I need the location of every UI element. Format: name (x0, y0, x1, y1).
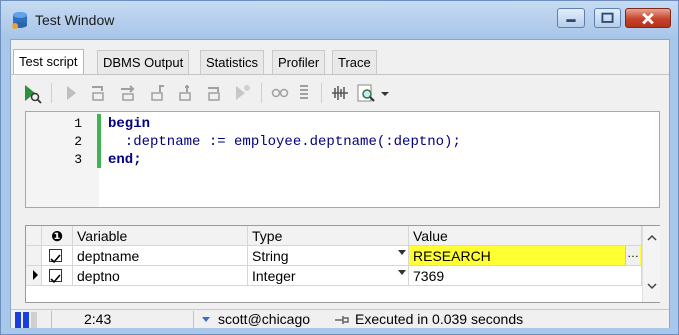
variable-column-header[interactable]: Variable (73, 226, 248, 246)
window-client: Test script DBMS Output Statistics Profi… (10, 39, 670, 328)
use-checkbox-cell[interactable] (42, 266, 73, 286)
tab-test-script[interactable]: Test script (13, 49, 84, 75)
variables-grid: ❶ Variable Type Value deptname String RE… (25, 225, 660, 303)
use-checkbox-cell[interactable] (42, 246, 73, 266)
close-button[interactable] (625, 8, 671, 28)
step-over-icon[interactable] (117, 82, 139, 104)
type-column-header[interactable]: Type (248, 226, 409, 246)
close-icon (642, 12, 654, 25)
code-line: :deptname := employee.deptname(:deptno); (108, 134, 461, 150)
row-indicator[interactable] (26, 246, 42, 266)
progress-indicator (31, 312, 37, 328)
tab-divider (11, 74, 669, 75)
cursor-position: 2:43 (84, 311, 112, 327)
scroll-up-icon[interactable] (646, 234, 658, 242)
type-cell[interactable]: String (248, 246, 409, 266)
test-window: Test Window Test script DBMS Output Stat… (0, 0, 679, 335)
current-row-icon (33, 270, 38, 280)
debug-toolbar (11, 78, 669, 108)
row-indicator[interactable] (26, 266, 42, 286)
code-line: end; (108, 152, 142, 168)
type-cell[interactable]: Integer (248, 266, 409, 286)
type-value: String (252, 248, 289, 264)
step-into-icon[interactable] (87, 82, 109, 104)
pin-icon (335, 316, 349, 324)
variable-name-cell[interactable]: deptname (73, 246, 248, 266)
checkmark-icon (50, 254, 61, 264)
line-number: 2 (74, 134, 82, 149)
status-separator (51, 311, 52, 328)
tab-dbms-output[interactable]: DBMS Output (97, 50, 190, 74)
ellipsis-button[interactable]: … (625, 246, 640, 265)
type-value: Integer (252, 268, 296, 284)
run-to-exception-icon[interactable] (175, 82, 197, 104)
minimize-icon (566, 19, 576, 22)
progress-indicator (15, 312, 21, 328)
progress-indicator (23, 312, 29, 328)
row-indicator-header (26, 226, 42, 246)
use-checkbox[interactable] (49, 249, 62, 264)
tab-profiler[interactable]: Profiler (272, 50, 326, 74)
checkmark-icon (50, 274, 61, 284)
search-icon[interactable] (355, 82, 377, 104)
toolbar-separator (261, 83, 262, 103)
database-icon (12, 12, 27, 29)
line-number: 1 (74, 116, 82, 131)
execute-icon[interactable] (61, 82, 83, 104)
status-separator (193, 311, 194, 328)
type-dropdown-icon[interactable] (398, 270, 406, 275)
connection-name[interactable]: scott@chicago (218, 311, 310, 327)
variable-name-cell[interactable]: deptno (73, 266, 248, 286)
value-cell[interactable]: RESEARCH … (409, 246, 642, 266)
start-debugger-icon[interactable] (21, 82, 43, 104)
value-column-header[interactable]: Value (409, 226, 642, 246)
value-text: RESEARCH (413, 248, 491, 264)
toolbar-separator (51, 83, 52, 103)
stack-icon[interactable] (293, 82, 315, 104)
modified-lines-marker (97, 114, 101, 168)
grid-scrollbar[interactable] (642, 226, 660, 302)
scroll-down-icon[interactable] (646, 282, 658, 290)
tab-statistics[interactable]: Statistics (200, 50, 265, 74)
maximize-button[interactable] (594, 8, 621, 28)
toolbar-separator (321, 83, 322, 103)
line-number: 3 (74, 152, 82, 167)
title-bar[interactable]: Test Window (1, 1, 678, 39)
maximize-icon (601, 12, 614, 23)
value-cell[interactable]: 7369 (409, 266, 642, 286)
minimize-button[interactable] (557, 8, 585, 28)
code-editor[interactable]: 1 2 3 begin :deptname := employee.deptna… (25, 111, 660, 208)
use-column-header[interactable]: ❶ (42, 226, 73, 246)
compile-icon[interactable] (329, 82, 351, 104)
use-checkbox[interactable] (49, 269, 62, 284)
run-to-next-icon[interactable] (203, 82, 225, 104)
connection-dropdown-icon[interactable] (201, 316, 211, 324)
chevron-down-icon[interactable] (379, 82, 391, 104)
execution-message: Executed in 0.039 seconds (355, 311, 524, 327)
type-dropdown-icon[interactable] (398, 250, 406, 255)
step-out-icon[interactable] (147, 82, 169, 104)
watch-icon[interactable] (269, 82, 291, 104)
status-bar: 2:43 scott@chicago Executed in 0.039 sec… (11, 309, 669, 328)
tab-trace[interactable]: Trace (332, 50, 377, 74)
break-icon[interactable] (231, 82, 253, 104)
code-line: begin (108, 116, 151, 132)
window-title: Test Window (35, 12, 115, 28)
